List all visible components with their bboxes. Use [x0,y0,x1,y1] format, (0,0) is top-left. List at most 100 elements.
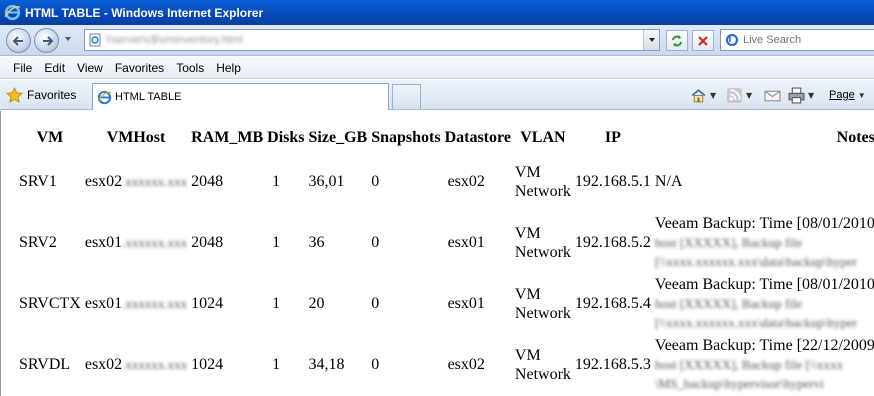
menu-tools[interactable]: Tools [171,61,209,75]
table-row: SRV2 esx01.xxxxxx.xxx 2048 1 36 0 esx01 … [18,213,874,272]
menu-file[interactable]: File [8,61,37,75]
cell-datastore: esx01 [447,294,485,312]
recent-pages-dropdown-icon[interactable] [64,35,72,43]
search-input[interactable] [743,34,873,46]
column-header-vlan: VLAN [520,129,566,146]
read-mail-button[interactable] [764,86,781,104]
column-header-datastore: Datastore [444,129,511,146]
menu-favorites[interactable]: Favorites [110,61,169,75]
cell-ram: 2048 [191,173,224,190]
favorites-button[interactable]: Favorites [6,85,76,105]
menu-view[interactable]: View [72,61,108,75]
chevron-down-icon [648,38,655,42]
cell-vm: SRVDL [19,355,71,373]
cell-snapshots: 0 [371,355,380,373]
title-bar: HTML TABLE - Windows Internet Explorer [0,0,874,25]
column-header-disks: Disks [267,129,305,146]
ie-page-icon [97,90,112,104]
ie-logo-icon [4,4,21,21]
cell-ip: 192.168.5.3 [574,355,651,373]
print-dropdown-icon[interactable]: ▼ [808,91,814,100]
home-button[interactable]: ▼ [690,86,716,104]
home-icon [691,88,706,102]
cell-vm: SRVCTX [19,294,81,312]
new-tab-button[interactable] [392,84,421,109]
column-header-ram: RAM_MB [191,129,264,146]
menu-bar: File Edit View Favorites Tools Help [0,57,874,79]
page-menu-button[interactable]: Page ▼ [829,86,866,104]
column-header-size: Size_GB [308,129,368,146]
menu-help[interactable]: Help [211,61,246,75]
redacted-notes-line: host [XXXXX], Backup file [654,235,803,250]
cell-snapshots: 0 [371,294,380,312]
home-dropdown-icon[interactable]: ▼ [710,91,716,100]
stop-icon [698,35,708,46]
stop-button[interactable] [692,30,714,51]
cell-snapshots: 0 [371,173,380,190]
cell-disks: 1 [272,294,281,312]
redacted-notes-line: host [XXXXX], Backup file [654,296,803,311]
cell-notes: N/A [654,173,683,190]
cell-datastore: esx02 [447,355,485,373]
table-row: SRV1 esx02.xxxxxx.xxx 2048 1 36,01 0 esx… [18,153,874,211]
column-header-ip: IP [604,129,621,146]
cell-disks: 1 [272,355,281,373]
redacted-domain: .xxxxxx.xxx [122,356,188,372]
live-search-icon [725,33,739,47]
cell-notes: Veeam Backup: Time [22/12/2009 host [XXX… [654,337,874,391]
address-bar[interactable]: \\server\c$\vminventory.html [84,29,660,51]
table-header-row: VM VMHost RAM_MB Disks Size_GB Snapshots… [18,125,874,151]
column-header-vmhost: VMHost [106,129,166,146]
menu-edit[interactable]: Edit [39,61,70,75]
cell-notes: Veeam Backup: Time [08/01/2010 host [XXX… [654,215,874,269]
refresh-icon [672,34,682,47]
redacted-domain: .xxxxxx.xxx [122,234,188,250]
cell-vlan: VM Network [514,346,571,383]
forward-arrow-icon [42,35,53,46]
cell-disks: 1 [272,233,281,251]
back-button[interactable] [6,28,31,53]
forward-button[interactable] [34,28,59,53]
page-dropdown-icon: ▼ [857,90,866,100]
cell-snapshots: 0 [371,233,380,251]
cell-size: 34,18 [308,355,345,373]
address-url: \\server\c$\vminventory.html [106,34,243,46]
cell-vlan: VM Network [514,224,571,261]
column-header-vm: VM [36,129,64,146]
tab-html-table[interactable]: HTML TABLE [92,83,389,110]
cell-ram: 2048 [191,233,224,251]
feeds-dropdown-icon[interactable]: ▼ [746,91,752,100]
redacted-domain: .xxxxxx.xxx [122,174,188,189]
back-arrow-icon [12,35,23,46]
address-dropdown-button[interactable] [643,30,659,50]
cell-notes: Veeam Backup: Time [08/01/2010 host [XXX… [654,276,874,330]
cell-vlan: VM Network [514,164,571,200]
cell-vmhost: esx02.xxxxxx.xxx [84,173,188,190]
star-icon [6,86,23,103]
table-row: SRVDL esx02.xxxxxx.xxx 1024 1 34,18 0 es… [18,335,874,394]
cell-ip: 192.168.5.1 [574,173,651,190]
favorites-bar: Favorites HTML TABLE ▼ ▼ ▼ Page ▼ [0,80,874,110]
feeds-button[interactable]: ▼ [726,86,752,104]
column-header-snapshots: Snapshots [371,129,441,146]
search-box[interactable] [720,29,874,51]
redacted-domain: .xxxxxx.xxx [122,295,188,311]
cell-ip: 192.168.5.2 [574,233,651,251]
vm-inventory-table: VM VMHost RAM_MB Disks Size_GB Snapshots… [16,123,874,396]
mail-icon [764,90,781,101]
cell-vm: SRV1 [19,173,57,190]
cell-size: 20 [308,294,325,312]
page-icon [89,33,101,47]
address-row: \\server\c$\vminventory.html [0,25,874,56]
cell-vm: SRV2 [19,233,57,251]
print-button[interactable]: ▼ [788,86,814,104]
tab-label: HTML TABLE [115,91,182,103]
cell-vlan: VM Network [514,285,571,322]
cell-vmhost: esx01.xxxxxx.xxx [84,233,188,251]
printer-icon [788,87,805,103]
refresh-button[interactable] [666,30,688,51]
cell-ram: 1024 [191,294,224,312]
redacted-notes-line: \MS_backup\hypervisor\hypervi [654,376,824,391]
page-menu-label: Page [829,89,855,101]
cell-datastore: esx02 [447,173,485,190]
